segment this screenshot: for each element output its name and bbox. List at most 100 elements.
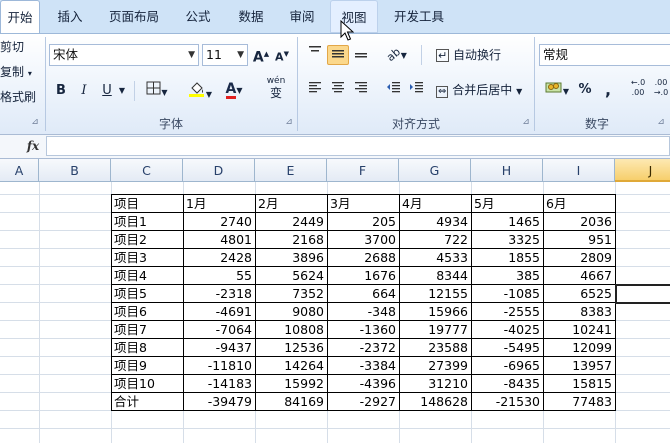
table-cell[interactable]: 7352 xyxy=(255,285,327,303)
table-cell[interactable]: -8435 xyxy=(471,375,543,393)
table-cell[interactable]: 664 xyxy=(327,285,399,303)
column-header-b[interactable]: B xyxy=(39,159,111,182)
border-button[interactable]: ▼ xyxy=(142,81,172,101)
column-header-d[interactable]: D xyxy=(183,159,255,182)
table-cell[interactable]: 2688 xyxy=(327,249,399,267)
table-cell[interactable]: -6965 xyxy=(471,357,543,375)
table-cell[interactable]: 4801 xyxy=(183,231,255,249)
table-cell[interactable]: -11810 xyxy=(183,357,255,375)
tab-insert[interactable]: 插入 xyxy=(46,0,94,33)
table-header-cell[interactable]: 4月 xyxy=(399,195,471,213)
alignment-dialog-launcher-icon[interactable]: ⊿ xyxy=(521,118,531,128)
table-cell[interactable]: -348 xyxy=(327,303,399,321)
grow-font-button[interactable]: A▲ xyxy=(252,44,270,66)
table-cell[interactable]: 385 xyxy=(471,267,543,285)
table-cell[interactable]: -21530 xyxy=(471,393,543,411)
decrease-indent-button[interactable] xyxy=(383,80,403,100)
percent-button[interactable]: % xyxy=(576,80,594,100)
table-cell[interactable]: -5495 xyxy=(471,339,543,357)
table-cell[interactable]: 2168 xyxy=(255,231,327,249)
table-cell[interactable]: 19777 xyxy=(399,321,471,339)
table-cell[interactable]: 9080 xyxy=(255,303,327,321)
align-bottom-button[interactable] xyxy=(351,45,371,65)
format-painter-button[interactable]: 格式刷 xyxy=(0,88,36,108)
tab-view[interactable]: 视图 xyxy=(330,0,378,33)
table-cell[interactable]: -39479 xyxy=(183,393,255,411)
table-cell[interactable]: 3325 xyxy=(471,231,543,249)
table-cell[interactable]: 23588 xyxy=(399,339,471,357)
table-cell[interactable]: -2318 xyxy=(183,285,255,303)
table-row-label[interactable]: 项目4 xyxy=(111,267,183,285)
table-cell[interactable]: -14183 xyxy=(183,375,255,393)
table-row-label[interactable]: 项目8 xyxy=(111,339,183,357)
table-header-cell[interactable]: 项目 xyxy=(111,195,183,213)
table-row-label[interactable]: 项目9 xyxy=(111,357,183,375)
tab-data[interactable]: 数据 xyxy=(228,0,274,33)
column-header-c[interactable]: C xyxy=(111,159,183,182)
table-cell[interactable]: 12536 xyxy=(255,339,327,357)
table-row-label[interactable]: 项目2 xyxy=(111,231,183,249)
table-cell[interactable]: 2809 xyxy=(543,249,615,267)
table-cell[interactable]: -1085 xyxy=(471,285,543,303)
table-cell[interactable]: 27399 xyxy=(399,357,471,375)
tab-page-layout[interactable]: 页面布局 xyxy=(100,0,168,33)
table-cell[interactable]: 3896 xyxy=(255,249,327,267)
font-dialog-launcher-icon[interactable]: ⊿ xyxy=(284,118,294,128)
align-right-button[interactable] xyxy=(351,80,371,100)
tab-review[interactable]: 审阅 xyxy=(280,0,324,33)
underline-dropdown[interactable]: ▼ xyxy=(117,81,127,101)
table-cell[interactable]: 3700 xyxy=(327,231,399,249)
table-cell[interactable]: -4691 xyxy=(183,303,255,321)
font-color-button[interactable]: A▼ xyxy=(219,80,249,100)
table-cell[interactable]: 14264 xyxy=(255,357,327,375)
align-center-button[interactable] xyxy=(328,80,348,100)
column-header-g[interactable]: G xyxy=(399,159,471,182)
tab-home[interactable]: 开始 xyxy=(0,0,40,34)
font-size-select[interactable]: 11 ▼ xyxy=(202,44,248,66)
align-middle-button[interactable] xyxy=(327,45,349,65)
table-cell[interactable]: 15966 xyxy=(399,303,471,321)
decrease-decimal-button[interactable]: .00 →.0 xyxy=(650,78,670,104)
column-header-j[interactable]: J xyxy=(615,159,670,182)
worksheet-grid[interactable]: 项目 1月 2月 3月 4月 5月 6月 项目1 2740 2449 205 4934 1465 2036… xyxy=(0,182,670,443)
copy-button[interactable]: 复制 ▾ xyxy=(0,63,32,83)
wrap-text-button[interactable]: ↵ 自动换行 xyxy=(436,46,501,66)
tab-formulas[interactable]: 公式 xyxy=(174,0,222,33)
fill-color-button[interactable]: ▼ xyxy=(184,81,216,101)
table-cell[interactable]: 1465 xyxy=(471,213,543,231)
cut-button[interactable]: 剪切 xyxy=(0,38,24,58)
table-row-label[interactable]: 项目1 xyxy=(111,213,183,231)
column-header-i[interactable]: I xyxy=(543,159,615,182)
table-row-label[interactable]: 项目3 xyxy=(111,249,183,267)
merge-center-button[interactable]: ⇔ 合并后居中 ▼ xyxy=(436,81,522,101)
column-header-a[interactable]: A xyxy=(0,159,39,182)
table-header-cell[interactable]: 3月 xyxy=(327,195,399,213)
table-row-label[interactable]: 项目7 xyxy=(111,321,183,339)
table-cell[interactable]: 15992 xyxy=(255,375,327,393)
table-cell[interactable]: 722 xyxy=(399,231,471,249)
table-cell[interactable]: -7064 xyxy=(183,321,255,339)
table-cell[interactable]: 77483 xyxy=(543,393,615,411)
table-row-label[interactable]: 项目10 xyxy=(111,375,183,393)
table-cell[interactable]: 31210 xyxy=(399,375,471,393)
shrink-font-button[interactable]: A▼ xyxy=(273,44,291,64)
table-cell[interactable]: 8344 xyxy=(399,267,471,285)
table-cell[interactable]: 13957 xyxy=(543,357,615,375)
table-cell[interactable]: 10808 xyxy=(255,321,327,339)
table-cell[interactable]: -3384 xyxy=(327,357,399,375)
table-header-cell[interactable]: 6月 xyxy=(543,195,615,213)
table-cell[interactable]: 2740 xyxy=(183,213,255,231)
bold-button[interactable]: B xyxy=(52,81,70,101)
table-header-cell[interactable]: 2月 xyxy=(255,195,327,213)
number-dialog-launcher-icon[interactable]: ⊿ xyxy=(656,118,666,128)
formula-input[interactable] xyxy=(46,136,670,156)
column-header-f[interactable]: F xyxy=(327,159,399,182)
table-cell[interactable]: 4934 xyxy=(399,213,471,231)
table-cell[interactable]: 1676 xyxy=(327,267,399,285)
table-cell[interactable]: 55 xyxy=(183,267,255,285)
table-cell[interactable]: -1360 xyxy=(327,321,399,339)
table-cell[interactable]: 5624 xyxy=(255,267,327,285)
clipboard-dialog-launcher-icon[interactable]: ⊿ xyxy=(30,118,40,128)
table-cell[interactable]: -4025 xyxy=(471,321,543,339)
column-header-h[interactable]: H xyxy=(471,159,543,182)
